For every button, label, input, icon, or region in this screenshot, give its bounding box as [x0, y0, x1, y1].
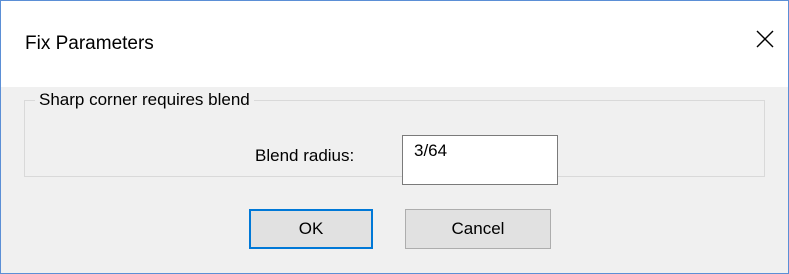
groupbox-label: Sharp corner requires blend — [35, 89, 254, 111]
close-button[interactable] — [742, 15, 788, 63]
dialog-body: Sharp corner requires blend Blend radius… — [1, 87, 788, 273]
blend-radius-input[interactable] — [402, 135, 558, 185]
ok-button[interactable]: OK — [249, 209, 373, 249]
cancel-button[interactable]: Cancel — [405, 209, 551, 249]
title-bar: Fix Parameters — [1, 1, 788, 87]
fix-parameters-dialog: Fix Parameters Sharp corner requires ble… — [0, 0, 789, 274]
blend-radius-label: Blend radius: — [255, 146, 355, 165]
close-icon — [756, 30, 774, 48]
dialog-title: Fix Parameters — [25, 33, 154, 54]
blend-groupbox: Sharp corner requires blend Blend radius… — [24, 89, 765, 185]
